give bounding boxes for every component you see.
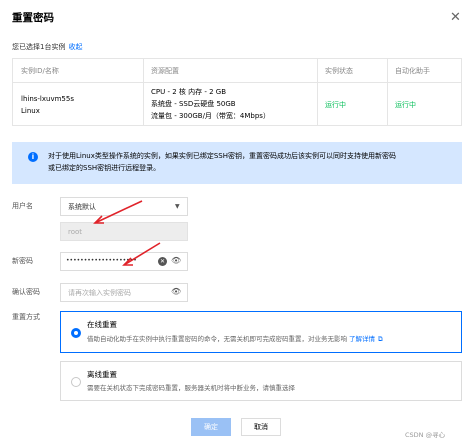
annotation-arrow-password [122,242,161,266]
annotation-arrows [93,200,161,266]
annotation-arrow-username [93,200,143,224]
